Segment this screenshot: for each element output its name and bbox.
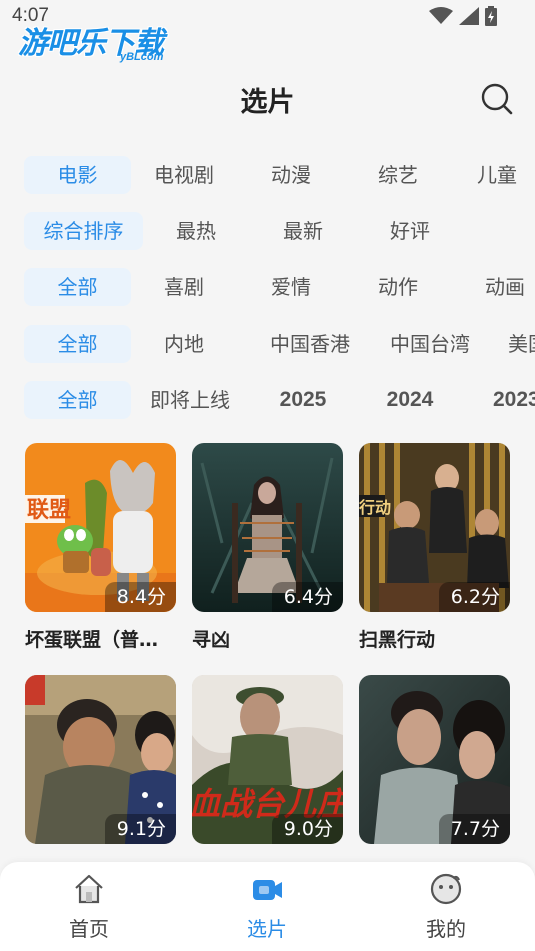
chip-genre-all[interactable]: 全部 xyxy=(24,268,131,306)
chip-sort-new[interactable]: 最新 xyxy=(257,212,349,250)
battery-icon xyxy=(485,6,497,26)
page-title: 选片 xyxy=(240,87,295,118)
chip-sort-general[interactable]: 综合排序 xyxy=(24,212,143,250)
tab-select-label: 选片 xyxy=(247,917,287,941)
genre-filter: 全部 喜剧 爱情 动作 动画 xyxy=(24,268,535,306)
movie-card[interactable]: 9.1分 xyxy=(25,675,176,844)
svg-text:行动: 行动 xyxy=(359,498,391,517)
movie-score: 6.4分 xyxy=(271,582,343,612)
movie-card[interactable]: 行动 6.2分 扫黑行动 xyxy=(359,443,510,652)
face-icon xyxy=(430,873,462,905)
watermark-domain: yBLcom xyxy=(120,51,164,63)
movie-title: 扫黑行动 xyxy=(359,629,436,651)
movie-card[interactable]: 6.4分 寻凶 xyxy=(192,443,343,652)
home-icon xyxy=(75,874,103,904)
movie-poster: 6.4分 xyxy=(192,443,343,612)
movie-poster: 9.1分 xyxy=(25,675,176,844)
sort-filter: 综合排序 最热 最新 好评 xyxy=(24,212,535,250)
chip-genre-romance[interactable]: 爱情 xyxy=(245,268,337,306)
region-filter: 全部 内地 中国香港 中国台湾 美国 xyxy=(24,325,535,363)
year-filter: 全部 即将上线 2025 2024 2023 xyxy=(24,381,535,419)
chip-category-variety[interactable]: 综艺 xyxy=(352,156,444,194)
chip-genre-action[interactable]: 动作 xyxy=(352,268,444,306)
search-button[interactable] xyxy=(480,82,514,116)
movie-title: 坏蛋联盟（普… xyxy=(25,629,159,651)
movie-score: 7.7分 xyxy=(438,814,510,844)
chip-genre-comedy[interactable]: 喜剧 xyxy=(138,268,230,306)
chip-sort-rating[interactable]: 好评 xyxy=(364,212,456,250)
movie-card[interactable]: 7.7分 xyxy=(359,675,510,844)
movie-title: 寻凶 xyxy=(192,629,231,651)
movie-poster: 7.7分 xyxy=(359,675,510,844)
wifi-icon xyxy=(429,7,453,24)
chip-region-taiwan[interactable]: 中国台湾 xyxy=(370,325,490,363)
chip-category-tv[interactable]: 电视剧 xyxy=(138,156,230,194)
chip-category-movie[interactable]: 电影 xyxy=(24,156,131,194)
movie-poster: 联盟 8.4分 xyxy=(25,443,176,612)
svg-text:联盟: 联盟 xyxy=(27,498,71,523)
movie-score: 6.2分 xyxy=(438,582,510,612)
chip-year-upcoming[interactable]: 即将上线 xyxy=(138,381,242,419)
bottom-tab-bar: 首页 选片 我的 xyxy=(0,862,535,951)
chip-region-hongkong[interactable]: 中国香港 xyxy=(250,325,370,363)
search-icon xyxy=(481,83,513,115)
movie-poster: 血战台儿庄 9.0分 xyxy=(192,675,343,844)
tab-home[interactable]: 首页 xyxy=(29,862,149,951)
tab-mine-label: 我的 xyxy=(426,917,466,941)
chip-year-all[interactable]: 全部 xyxy=(24,381,131,419)
tab-select[interactable]: 选片 xyxy=(207,862,327,951)
chip-region-mainland[interactable]: 内地 xyxy=(138,325,230,363)
category-filter: 电影 电视剧 动漫 综艺 儿童 xyxy=(24,156,535,194)
movie-score: 9.1分 xyxy=(104,814,176,844)
chip-category-kids[interactable]: 儿童 xyxy=(477,156,535,194)
watermark-logo: 游吧乐下载 yBLcom xyxy=(18,18,188,68)
movie-card[interactable]: 血战台儿庄 9.0分 xyxy=(192,675,343,844)
chip-region-usa[interactable]: 美国 xyxy=(508,325,535,363)
chip-genre-animation[interactable]: 动画 xyxy=(485,268,535,306)
tab-mine[interactable]: 我的 xyxy=(386,862,506,951)
chip-year-2024[interactable]: 2024 xyxy=(364,381,456,419)
movie-card[interactable]: 联盟 8.4分 坏蛋联盟（普… xyxy=(25,443,176,652)
chip-region-all[interactable]: 全部 xyxy=(24,325,131,363)
movie-score: 8.4分 xyxy=(104,582,176,612)
movie-score: 9.0分 xyxy=(271,814,343,844)
chip-category-anime[interactable]: 动漫 xyxy=(245,156,337,194)
movie-poster: 行动 6.2分 xyxy=(359,443,510,612)
video-camera-icon xyxy=(253,880,282,900)
tab-home-label: 首页 xyxy=(69,917,109,941)
signal-icon xyxy=(459,7,479,25)
chip-year-2023[interactable]: 2023 xyxy=(493,381,535,419)
chip-year-2025[interactable]: 2025 xyxy=(257,381,349,419)
status-icons xyxy=(429,6,497,26)
chip-sort-hot[interactable]: 最热 xyxy=(150,212,242,250)
